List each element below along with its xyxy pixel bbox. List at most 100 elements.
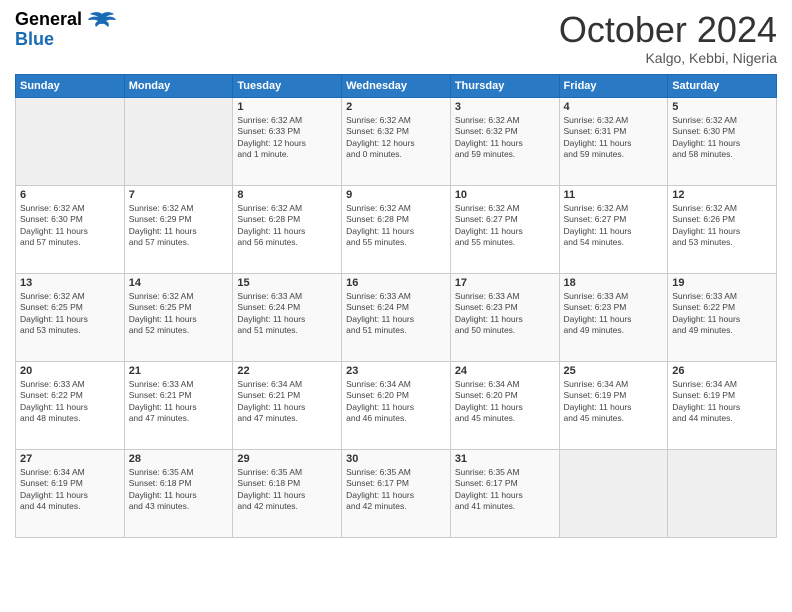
table-row: 10Sunrise: 6:32 AM Sunset: 6:27 PM Dayli… bbox=[450, 185, 559, 273]
day-info: Sunrise: 6:34 AM Sunset: 6:19 PM Dayligh… bbox=[564, 379, 664, 425]
table-row bbox=[559, 449, 668, 537]
day-info: Sunrise: 6:32 AM Sunset: 6:30 PM Dayligh… bbox=[672, 115, 772, 161]
day-info: Sunrise: 6:32 AM Sunset: 6:30 PM Dayligh… bbox=[20, 203, 120, 249]
logo-blue: Blue bbox=[15, 30, 82, 50]
col-saturday: Saturday bbox=[668, 74, 777, 97]
day-info: Sunrise: 6:34 AM Sunset: 6:19 PM Dayligh… bbox=[672, 379, 772, 425]
day-info: Sunrise: 6:32 AM Sunset: 6:28 PM Dayligh… bbox=[237, 203, 337, 249]
day-number: 4 bbox=[564, 101, 664, 113]
day-info: Sunrise: 6:33 AM Sunset: 6:23 PM Dayligh… bbox=[455, 291, 555, 337]
table-row: 1 Sunrise: 6:32 AM Sunset: 6:33 PM Daylig… bbox=[233, 97, 342, 185]
day-info: Sunrise: 6:32 AM Sunset: 6:27 PM Dayligh… bbox=[455, 203, 555, 249]
table-row bbox=[124, 97, 233, 185]
day-info: Sunrise: 6:32 AM Sunset: 6:33 PM Dayligh… bbox=[237, 115, 337, 161]
day-info: Sunrise: 6:34 AM Sunset: 6:20 PM Dayligh… bbox=[455, 379, 555, 425]
table-row: 20 Sunrise: 6:33 AM Sunset: 6:22 PM Dayli… bbox=[16, 361, 125, 449]
day-info: Sunrise: 6:35 AM Sunset: 6:18 PM Dayligh… bbox=[237, 467, 337, 513]
day-info: Sunrise: 6:33 AM Sunset: 6:23 PM Dayligh… bbox=[564, 291, 664, 337]
day-info: Sunrise: 6:35 AM Sunset: 6:18 PM Dayligh… bbox=[129, 467, 229, 513]
table-row: 8Sunrise: 6:32 AM Sunset: 6:28 PM Daylig… bbox=[233, 185, 342, 273]
calendar-header-row: Sunday Monday Tuesday Wednesday Thursday… bbox=[16, 74, 777, 97]
day-number: 28 bbox=[129, 453, 229, 465]
day-info: Sunrise: 6:33 AM Sunset: 6:22 PM Dayligh… bbox=[672, 291, 772, 337]
location: Kalgo, Kebbi, Nigeria bbox=[559, 50, 777, 66]
day-number: 12 bbox=[672, 189, 772, 201]
day-info: Sunrise: 6:33 AM Sunset: 6:22 PM Dayligh… bbox=[20, 379, 120, 425]
table-row: 29 Sunrise: 6:35 AM Sunset: 6:18 PM Dayli… bbox=[233, 449, 342, 537]
calendar-week-row: 27 Sunrise: 6:34 AM Sunset: 6:19 PM Dayli… bbox=[16, 449, 777, 537]
day-number: 9 bbox=[346, 189, 446, 201]
table-row: 7 Sunrise: 6:32 AM Sunset: 6:29 PM Daylig… bbox=[124, 185, 233, 273]
day-number: 23 bbox=[346, 365, 446, 377]
table-row: 6 Sunrise: 6:32 AM Sunset: 6:30 PM Daylig… bbox=[16, 185, 125, 273]
calendar-week-row: 20 Sunrise: 6:33 AM Sunset: 6:22 PM Dayli… bbox=[16, 361, 777, 449]
day-number: 19 bbox=[672, 277, 772, 289]
logo-general: General bbox=[15, 10, 82, 30]
col-monday: Monday bbox=[124, 74, 233, 97]
table-row: 17Sunrise: 6:33 AM Sunset: 6:23 PM Dayli… bbox=[450, 273, 559, 361]
day-number: 15 bbox=[237, 277, 337, 289]
table-row: 21Sunrise: 6:33 AM Sunset: 6:21 PM Dayli… bbox=[124, 361, 233, 449]
calendar-week-row: 6 Sunrise: 6:32 AM Sunset: 6:30 PM Daylig… bbox=[16, 185, 777, 273]
day-number: 14 bbox=[129, 277, 229, 289]
table-row: 16Sunrise: 6:33 AM Sunset: 6:24 PM Dayli… bbox=[342, 273, 451, 361]
table-row: 15 Sunrise: 6:33 AM Sunset: 6:24 PM Dayli… bbox=[233, 273, 342, 361]
day-info: Sunrise: 6:34 AM Sunset: 6:20 PM Dayligh… bbox=[346, 379, 446, 425]
table-row: 3 Sunrise: 6:32 AM Sunset: 6:32 PM Daylig… bbox=[450, 97, 559, 185]
day-number: 2 bbox=[346, 101, 446, 113]
table-row: 25Sunrise: 6:34 AM Sunset: 6:19 PM Dayli… bbox=[559, 361, 668, 449]
table-row: 31 Sunrise: 6:35 AM Sunset: 6:17 PM Dayli… bbox=[450, 449, 559, 537]
day-number: 7 bbox=[129, 189, 229, 201]
day-info: Sunrise: 6:32 AM Sunset: 6:29 PM Dayligh… bbox=[129, 203, 229, 249]
day-info: Sunrise: 6:35 AM Sunset: 6:17 PM Dayligh… bbox=[346, 467, 446, 513]
calendar-week-row: 1 Sunrise: 6:32 AM Sunset: 6:33 PM Daylig… bbox=[16, 97, 777, 185]
table-row bbox=[668, 449, 777, 537]
table-row bbox=[16, 97, 125, 185]
table-row: 30 Sunrise: 6:35 AM Sunset: 6:17 PM Dayli… bbox=[342, 449, 451, 537]
day-info: Sunrise: 6:32 AM Sunset: 6:32 PM Dayligh… bbox=[346, 115, 446, 161]
day-info: Sunrise: 6:34 AM Sunset: 6:21 PM Dayligh… bbox=[237, 379, 337, 425]
day-info: Sunrise: 6:32 AM Sunset: 6:28 PM Dayligh… bbox=[346, 203, 446, 249]
col-friday: Friday bbox=[559, 74, 668, 97]
day-number: 6 bbox=[20, 189, 120, 201]
day-number: 1 bbox=[237, 101, 337, 113]
day-number: 29 bbox=[237, 453, 337, 465]
table-row: 22Sunrise: 6:34 AM Sunset: 6:21 PM Dayli… bbox=[233, 361, 342, 449]
header: General Blue October 2024 Kalgo, Kebbi, … bbox=[15, 10, 777, 66]
table-row: 11 Sunrise: 6:32 AM Sunset: 6:27 PM Dayli… bbox=[559, 185, 668, 273]
day-number: 20 bbox=[20, 365, 120, 377]
table-row: 26 Sunrise: 6:34 AM Sunset: 6:19 PM Dayli… bbox=[668, 361, 777, 449]
day-number: 13 bbox=[20, 277, 120, 289]
day-info: Sunrise: 6:32 AM Sunset: 6:25 PM Dayligh… bbox=[20, 291, 120, 337]
table-row: 9 Sunrise: 6:32 AM Sunset: 6:28 PM Daylig… bbox=[342, 185, 451, 273]
day-number: 30 bbox=[346, 453, 446, 465]
col-thursday: Thursday bbox=[450, 74, 559, 97]
day-number: 5 bbox=[672, 101, 772, 113]
day-number: 27 bbox=[20, 453, 120, 465]
day-info: Sunrise: 6:32 AM Sunset: 6:32 PM Dayligh… bbox=[455, 115, 555, 161]
day-info: Sunrise: 6:32 AM Sunset: 6:31 PM Dayligh… bbox=[564, 115, 664, 161]
table-row: 12Sunrise: 6:32 AM Sunset: 6:26 PM Dayli… bbox=[668, 185, 777, 273]
day-number: 21 bbox=[129, 365, 229, 377]
table-row: 28 Sunrise: 6:35 AM Sunset: 6:18 PM Dayli… bbox=[124, 449, 233, 537]
logo: General Blue bbox=[15, 10, 118, 50]
table-row: 13 Sunrise: 6:32 AM Sunset: 6:25 PM Dayli… bbox=[16, 273, 125, 361]
calendar-week-row: 13 Sunrise: 6:32 AM Sunset: 6:25 PM Dayli… bbox=[16, 273, 777, 361]
logo-bird-icon bbox=[86, 10, 118, 46]
month-title: October 2024 bbox=[559, 10, 777, 50]
day-number: 31 bbox=[455, 453, 555, 465]
table-row: 2 Sunrise: 6:32 AM Sunset: 6:32 PM Daylig… bbox=[342, 97, 451, 185]
table-row: 14Sunrise: 6:32 AM Sunset: 6:25 PM Dayli… bbox=[124, 273, 233, 361]
page: General Blue October 2024 Kalgo, Kebbi, … bbox=[0, 0, 792, 612]
day-number: 26 bbox=[672, 365, 772, 377]
day-info: Sunrise: 6:34 AM Sunset: 6:19 PM Dayligh… bbox=[20, 467, 120, 513]
day-number: 3 bbox=[455, 101, 555, 113]
table-row: 4 Sunrise: 6:32 AM Sunset: 6:31 PM Daylig… bbox=[559, 97, 668, 185]
table-row: 19 Sunrise: 6:33 AM Sunset: 6:22 PM Dayli… bbox=[668, 273, 777, 361]
day-info: Sunrise: 6:32 AM Sunset: 6:27 PM Dayligh… bbox=[564, 203, 664, 249]
day-number: 11 bbox=[564, 189, 664, 201]
table-row: 18Sunrise: 6:33 AM Sunset: 6:23 PM Dayli… bbox=[559, 273, 668, 361]
col-wednesday: Wednesday bbox=[342, 74, 451, 97]
day-info: Sunrise: 6:35 AM Sunset: 6:17 PM Dayligh… bbox=[455, 467, 555, 513]
day-info: Sunrise: 6:33 AM Sunset: 6:24 PM Dayligh… bbox=[237, 291, 337, 337]
